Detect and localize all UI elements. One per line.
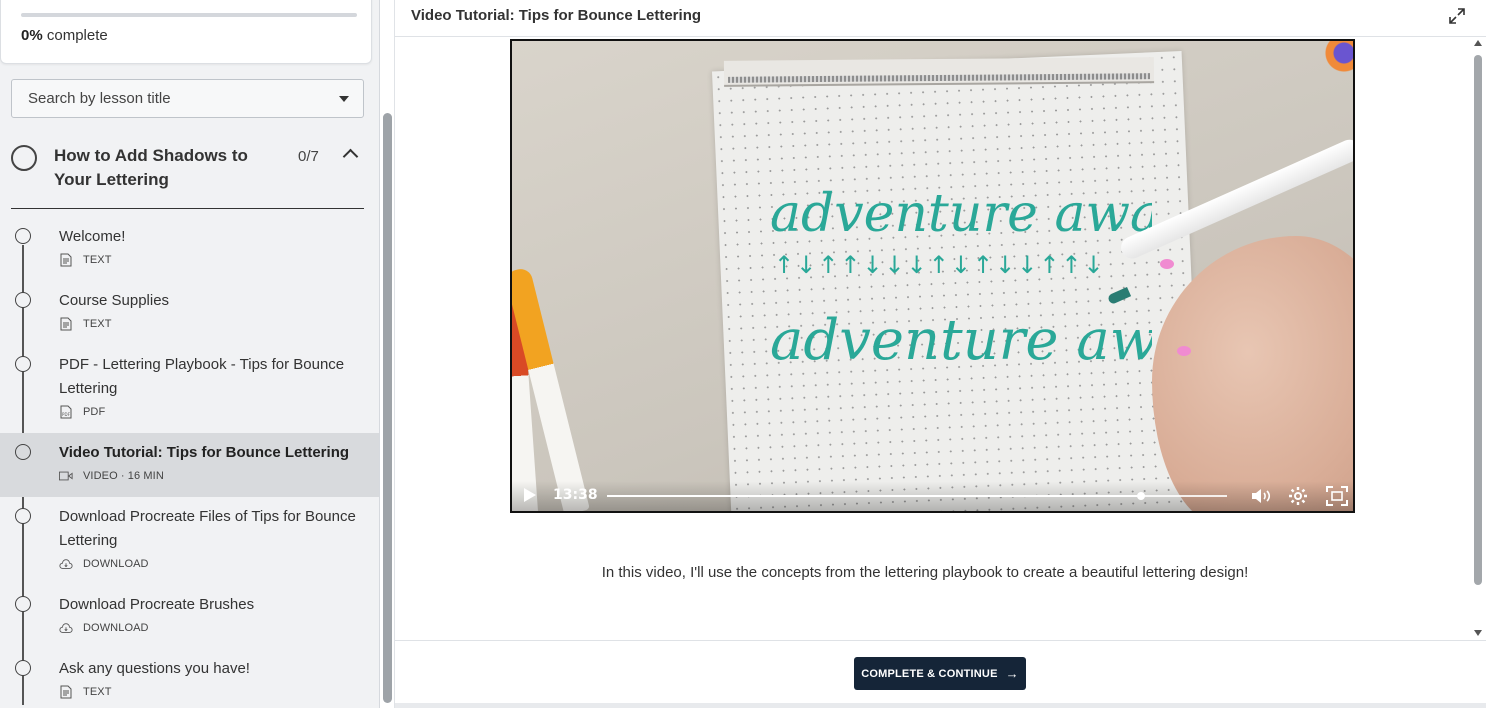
pdf-icon: PDF [59, 405, 73, 419]
lesson-description: In this video, I'll use the concepts fro… [601, 564, 1249, 581]
fabric-corner [1323, 41, 1353, 81]
progress-card: 0% complete [0, 0, 372, 64]
chapter-header[interactable]: How to Add Shadows to Your Lettering 0/7 [11, 140, 364, 209]
lesson-search-select[interactable]: Search by lesson title [11, 79, 364, 118]
lesson-meta: PDF PDF [59, 405, 105, 419]
lesson-status-circle-icon [15, 228, 31, 244]
arrow-right-icon: → [1005, 666, 1019, 681]
cloud-download-icon [59, 621, 73, 635]
lesson-title: Download Procreate Brushes [59, 596, 255, 613]
lesson-title: Welcome! [59, 228, 126, 245]
lesson-meta: DOWNLOAD [59, 621, 149, 635]
lesson-title: Download Procreate Files of Tips for Bou… [59, 508, 356, 549]
lesson-status-circle-icon [15, 292, 31, 308]
progress-percent: 0% [21, 27, 43, 44]
progress-text: 0% complete [21, 27, 108, 44]
video-player[interactable]: adventure awaits ↑↓↑↑↓↓↓↑↓↑↓↓↑↑↓ adventu… [510, 39, 1355, 513]
lesson-status-circle-icon [15, 508, 31, 524]
svg-text:PDF: PDF [62, 412, 71, 417]
text-doc-icon [59, 317, 73, 331]
notebook-binding [723, 57, 1155, 87]
chapter-title: How to Add Shadows to Your Lettering [54, 146, 248, 189]
scroll-up-arrow-icon[interactable] [1474, 40, 1482, 46]
video-seek-handle[interactable] [1137, 492, 1146, 500]
lettering-line-1: adventure awaits [770, 184, 1152, 244]
lesson-title: Ask any questions you have! [59, 660, 250, 677]
lesson-title: Course Supplies [59, 292, 170, 309]
lesson-type: TEXT [83, 318, 112, 330]
lesson-type: VIDEO · 16 MIN [83, 470, 164, 482]
lesson-status-circle-icon [15, 660, 31, 676]
video-time: 13:38 [553, 487, 598, 503]
bottom-edge [395, 703, 1486, 708]
content-scrollbar[interactable] [1474, 40, 1482, 636]
lettering-line-2: adventure awaits [770, 308, 1152, 373]
lesson-page-title: Video Tutorial: Tips for Bounce Letterin… [411, 7, 702, 24]
lesson-meta: VIDEO · 16 MIN [59, 469, 164, 483]
complete-and-continue-button[interactable]: COMPLETE & CONTINUE → [854, 657, 1026, 690]
lesson-meta: TEXT [59, 253, 112, 267]
lesson-type: PDF [83, 406, 106, 418]
text-doc-icon [59, 253, 73, 267]
complete-button-label: COMPLETE & CONTINUE [861, 667, 998, 680]
volume-icon[interactable] [1250, 488, 1272, 504]
lesson-item-welcome[interactable]: Welcome! TEXT [0, 225, 379, 281]
scroll-down-arrow-icon[interactable] [1474, 630, 1482, 636]
play-icon[interactable] [524, 488, 536, 502]
expand-icon[interactable] [1447, 6, 1467, 26]
fingernail [1177, 346, 1191, 356]
video-icon [59, 469, 73, 483]
lesson-type: TEXT [83, 254, 112, 266]
lesson-meta: TEXT [59, 317, 112, 331]
progress-bar [21, 13, 357, 17]
video-controls: 13:38 [512, 481, 1353, 511]
lesson-title: PDF - Lettering Playbook - Tips for Boun… [59, 356, 345, 397]
chapter-progress-circle-icon [11, 145, 37, 171]
chevron-up-icon[interactable] [342, 148, 359, 165]
caret-down-icon [339, 96, 349, 102]
course-sidebar: 0% complete Search by lesson title How t… [0, 0, 380, 708]
lettering-arrows: ↑↓↑↑↓↓↓↑↓↑↓↓↑↑↓ [774, 251, 1106, 279]
lesson-type: DOWNLOAD [83, 622, 149, 634]
lesson-footer: COMPLETE & CONTINUE → [395, 640, 1486, 708]
lesson-meta: DOWNLOAD [59, 557, 149, 571]
settings-gear-icon[interactable] [1288, 486, 1308, 506]
lesson-title: Video Tutorial: Tips for Bounce Letterin… [59, 444, 350, 461]
lesson-item-download-brushes[interactable]: Download Procreate Brushes DOWNLOAD [0, 593, 379, 649]
lesson-item-course-supplies[interactable]: Course Supplies TEXT [0, 289, 379, 345]
fingernail [1160, 259, 1174, 269]
lesson-header: Video Tutorial: Tips for Bounce Letterin… [395, 0, 1486, 37]
lesson-item-pdf-playbook[interactable]: PDF - Lettering Playbook - Tips for Boun… [0, 353, 379, 433]
cloud-download-icon [59, 557, 73, 571]
lettering-artwork: adventure awaits ↑↓↑↑↓↓↓↑↓↑↓↓↑↑↓ adventu… [770, 184, 1152, 373]
lesson-item-ask-questions[interactable]: Ask any questions you have! TEXT [0, 657, 379, 708]
lesson-status-circle-icon [15, 444, 31, 460]
sidebar-scrollbar[interactable] [383, 113, 392, 703]
video-seek-bar[interactable] [607, 492, 1227, 500]
lesson-status-circle-icon [15, 596, 31, 612]
video-seek-fill [607, 495, 1142, 497]
chapter-count: 0/7 [298, 148, 319, 165]
text-doc-icon [59, 685, 73, 699]
scroll-thumb[interactable] [1474, 55, 1482, 585]
fullscreen-icon[interactable] [1326, 486, 1348, 506]
lesson-item-video-tutorial[interactable]: Video Tutorial: Tips for Bounce Letterin… [0, 433, 379, 497]
lesson-item-download-files[interactable]: Download Procreate Files of Tips for Bou… [0, 505, 379, 585]
lesson-type: TEXT [83, 686, 112, 698]
lesson-meta: TEXT [59, 685, 112, 699]
lesson-status-circle-icon [15, 356, 31, 372]
lesson-type: DOWNLOAD [83, 558, 149, 570]
progress-suffix: complete [46, 27, 108, 44]
lesson-search-placeholder: Search by lesson title [28, 90, 171, 107]
lesson-content: Video Tutorial: Tips for Bounce Letterin… [394, 0, 1486, 708]
